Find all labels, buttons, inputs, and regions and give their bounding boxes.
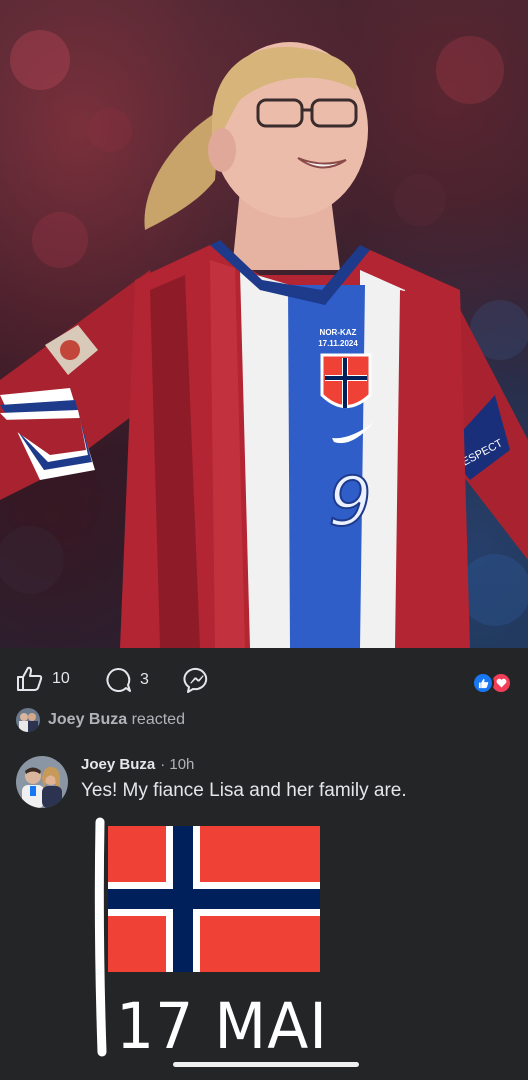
comment-text: Yes! My fiance Lisa and her family are. <box>81 780 407 801</box>
reacted-line: Joey Buza reacted <box>16 708 185 732</box>
comment-bubble-icon <box>106 667 131 692</box>
like-button[interactable]: 10 <box>16 666 70 692</box>
like-reaction-icon <box>472 672 494 694</box>
reactor-avatar[interactable] <box>16 708 40 732</box>
like-count: 10 <box>52 670 70 687</box>
messenger-icon <box>183 667 208 693</box>
reacted-suffix: reacted <box>131 711 185 728</box>
jersey-number: 9 <box>328 463 371 542</box>
comment-button[interactable]: 3 <box>104 666 149 694</box>
commenter-name[interactable]: Joey Buza <box>81 756 155 773</box>
post-photo[interactable]: RESPECT NOR-KAZ 17.11.2024 9 <box>0 0 528 648</box>
home-indicator[interactable] <box>173 1062 359 1067</box>
messenger-share-button[interactable] <box>183 666 211 694</box>
drawing-date-text: 17 MAI <box>116 990 328 1064</box>
comment-timestamp[interactable]: · 10h <box>160 756 194 773</box>
jersey-match-text: NOR-KAZ <box>320 328 357 337</box>
reaction-summary[interactable] <box>472 672 512 694</box>
reactor-name[interactable]: Joey Buza <box>48 711 127 728</box>
player-illustration: RESPECT NOR-KAZ 17.11.2024 9 <box>0 30 528 648</box>
post-action-bar: 10 3 <box>0 648 528 710</box>
thumbs-up-icon <box>17 666 43 691</box>
jersey-date-text: 17.11.2024 <box>318 339 358 348</box>
commenter-avatar[interactable] <box>16 756 68 808</box>
comment-count: 3 <box>140 671 149 688</box>
comment-image-norway-flag[interactable]: 17 MAI <box>88 812 338 1072</box>
